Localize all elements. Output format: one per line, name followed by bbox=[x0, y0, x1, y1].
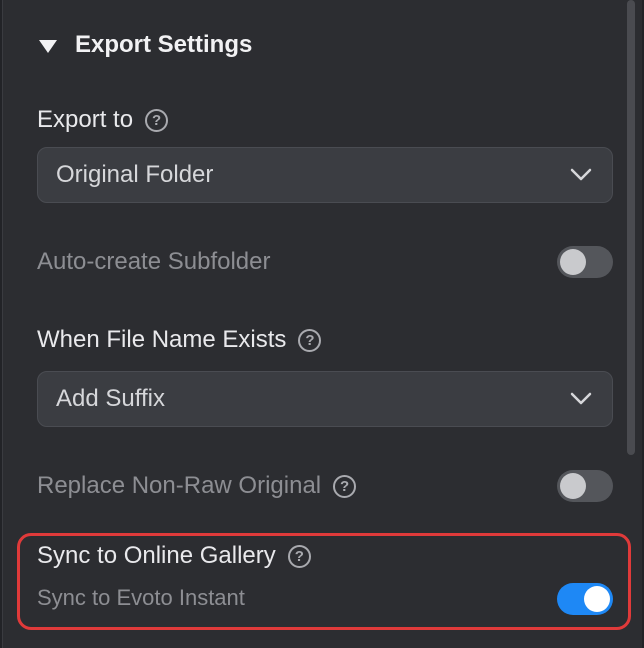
replace-original-label: Replace Non-Raw Original ? bbox=[37, 472, 357, 500]
chevron-down-icon bbox=[570, 392, 592, 406]
section-title: Export Settings bbox=[75, 31, 253, 58]
sync-toggle[interactable] bbox=[557, 583, 613, 615]
file-exists-label: When File Name Exists ? bbox=[37, 326, 322, 354]
auto-subfolder-toggle[interactable] bbox=[557, 246, 613, 278]
export-settings-panel: Export Settings Export to ? Original Fol… bbox=[2, 0, 642, 648]
toggle-knob bbox=[560, 249, 586, 275]
chevron-down-icon bbox=[570, 168, 592, 182]
help-icon[interactable]: ? bbox=[145, 108, 169, 132]
export-to-value: Original Folder bbox=[56, 161, 214, 188]
auto-subfolder-label: Auto-create Subfolder bbox=[37, 248, 270, 276]
export-to-text: Export to bbox=[37, 106, 134, 133]
toggle-knob bbox=[584, 586, 610, 612]
replace-original-text: Replace Non-Raw Original bbox=[37, 472, 322, 499]
toggle-knob bbox=[560, 473, 586, 499]
file-exists-text: When File Name Exists bbox=[37, 326, 287, 353]
section-header-export-settings[interactable]: Export Settings bbox=[39, 28, 252, 62]
export-to-label: Export to ? bbox=[37, 106, 169, 134]
scrollbar[interactable] bbox=[627, 0, 635, 455]
file-exists-value: Add Suffix bbox=[56, 385, 165, 412]
caret-down-icon bbox=[39, 39, 57, 53]
export-to-select[interactable]: Original Folder bbox=[37, 147, 613, 203]
replace-original-toggle[interactable] bbox=[557, 470, 613, 502]
sync-label: Sync to Online Gallery ? bbox=[37, 542, 311, 570]
sync-sublabel: Sync to Evoto Instant bbox=[37, 585, 245, 610]
help-icon[interactable]: ? bbox=[298, 328, 322, 352]
help-icon[interactable]: ? bbox=[333, 474, 357, 498]
help-icon[interactable]: ? bbox=[287, 544, 311, 568]
file-exists-select[interactable]: Add Suffix bbox=[37, 371, 613, 427]
sync-text: Sync to Online Gallery bbox=[37, 542, 276, 569]
auto-subfolder-text: Auto-create Subfolder bbox=[37, 248, 271, 275]
